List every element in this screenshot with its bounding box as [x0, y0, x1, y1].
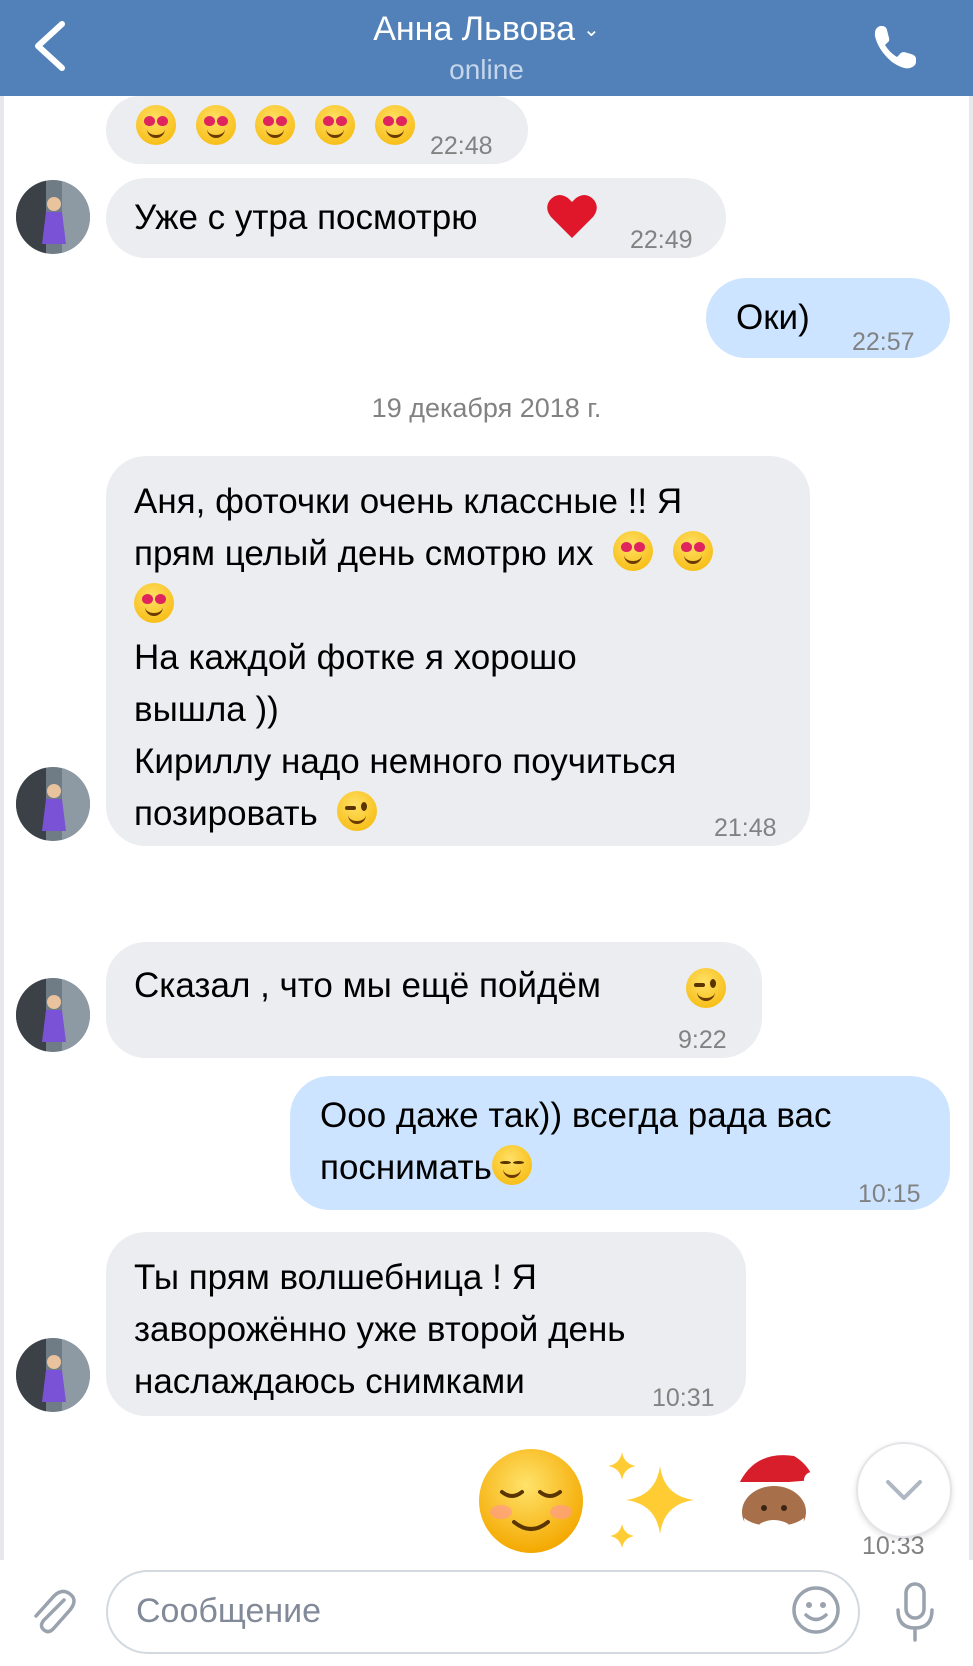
- phone-icon[interactable]: [868, 20, 922, 74]
- red-heart-emoji: [547, 194, 597, 238]
- heart-eyes-emoji: [613, 531, 654, 571]
- scroll-down-button[interactable]: [856, 1442, 952, 1538]
- message-time: 10:31: [652, 1384, 715, 1412]
- chevron-down-icon: ⌄: [583, 19, 600, 41]
- message-text: Аня, фоточки очень классные !! Я прям це…: [134, 476, 713, 840]
- online-status: online: [449, 54, 524, 85]
- composer-bar: Сообщение: [0, 1560, 973, 1666]
- chat-header: Анна Львова ⌄ online: [0, 0, 973, 96]
- right-edge: [969, 96, 973, 1566]
- message-input-placeholder: Сообщение: [136, 1592, 322, 1630]
- message-bubble[interactable]: Сказал , что мы ещё пойдём 9:22: [106, 942, 762, 1058]
- heart-eyes-emoji: [315, 105, 356, 145]
- contact-name: Анна Львова: [373, 10, 576, 48]
- message-text: Ооо даже так)) всегда рада вас поснимать: [320, 1096, 832, 1187]
- paperclip-icon[interactable]: [26, 1586, 82, 1642]
- message-time: 22:57: [852, 328, 915, 356]
- heart-eyes-emoji: [136, 105, 176, 145]
- winking-face-emoji: [337, 791, 378, 831]
- microphone-icon[interactable]: [890, 1580, 940, 1646]
- date-separator: 19 декабря 2018 г.: [371, 393, 602, 423]
- message-bubble[interactable]: Оки) 22:57: [706, 278, 950, 358]
- avatar[interactable]: [16, 1338, 90, 1412]
- santa-claus-emoji: [734, 1455, 820, 1552]
- left-edge: [0, 96, 4, 1566]
- message-time: 10:15: [858, 1180, 921, 1208]
- heart-eyes-emoji: [255, 105, 296, 145]
- heart-eyes-emoji: [195, 105, 236, 145]
- avatar[interactable]: [16, 180, 90, 254]
- message-time: 21:48: [714, 814, 777, 842]
- heart-eyes-emoji: [374, 105, 415, 145]
- message-time: 22:49: [630, 226, 693, 254]
- message-bubble[interactable]: Уже с утра посмотрю 22:49: [106, 178, 726, 258]
- message-text: Уже с утра посмотрю: [134, 198, 478, 237]
- avatar[interactable]: [16, 767, 90, 841]
- sparkles-emoji: [608, 1452, 694, 1548]
- heart-eyes-emoji: [134, 583, 174, 623]
- message-bubble[interactable]: Ооо даже так)) всегда рада вас поснимать…: [290, 1076, 950, 1210]
- message-input[interactable]: Сообщение: [106, 1570, 860, 1654]
- message-time: 9:22: [678, 1026, 727, 1054]
- smiley-icon[interactable]: [790, 1584, 842, 1636]
- smiling-face-emoji: [479, 1449, 583, 1553]
- heart-eyes-emoji-row: [136, 102, 415, 154]
- message-bubble[interactable]: Ты прям волшебница ! Я заворожённо уже в…: [106, 1232, 746, 1416]
- emoji-message[interactable]: 10:33: [476, 1446, 925, 1560]
- message-text: Ты прям волшебница ! Я заворожённо уже в…: [134, 1258, 626, 1401]
- chevron-down-icon: [886, 1480, 922, 1500]
- message-text: Сказал , что мы ещё пойдём: [134, 966, 601, 1005]
- heart-eyes-emoji: [673, 531, 713, 571]
- message-time: 22:48: [430, 132, 493, 160]
- avatar[interactable]: [16, 978, 90, 1052]
- chat-title[interactable]: Анна Львова ⌄: [0, 10, 973, 49]
- message-bubble[interactable]: Аня, фоточки очень классные !! Я прям це…: [106, 456, 810, 846]
- smiling-face-emoji: [491, 1145, 532, 1185]
- winking-face-emoji: [686, 968, 726, 1008]
- message-text: Оки): [736, 298, 810, 337]
- message-bubble[interactable]: 22:48: [106, 96, 528, 164]
